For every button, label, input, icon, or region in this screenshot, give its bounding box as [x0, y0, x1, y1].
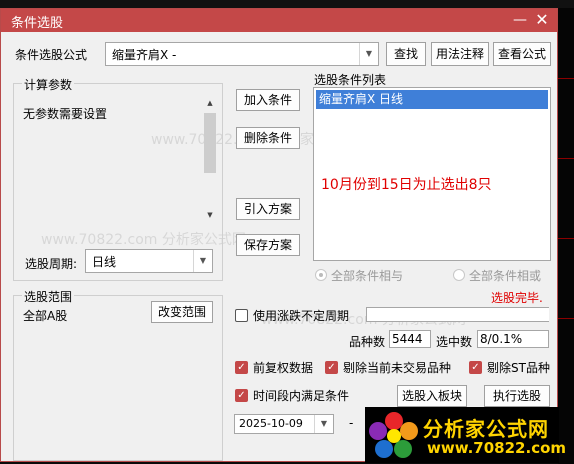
- uncertain-period-label: 使用涨跌不定周期: [253, 309, 350, 323]
- background-strip: [0, 0, 574, 8]
- selected-field: 8/0.1%: [477, 330, 549, 348]
- count-label: 品种数: [349, 335, 386, 349]
- selection-note: 10月份到15日为止选出8只: [321, 177, 492, 193]
- exclude-no-trade-checkbox[interactable]: ✓: [325, 361, 338, 374]
- delete-condition-button[interactable]: 删除条件: [236, 127, 300, 149]
- exclude-no-trade-label: 剔除当前未交易品种: [343, 361, 452, 375]
- chart-edge: [558, 8, 574, 464]
- params-scrollbar[interactable]: ▲ ▼: [203, 99, 217, 223]
- scroll-thumb[interactable]: [204, 113, 216, 173]
- uncertain-period-field[interactable]: [366, 307, 549, 322]
- time-range-checkbox[interactable]: ✓: [235, 389, 248, 402]
- stock-filter-dialog: 条件选股 — ✕ www.70822.com 分析家公式网 www.70822.…: [0, 8, 566, 463]
- usage-notes-button[interactable]: 用法注释: [431, 42, 489, 66]
- condition-list[interactable]: 缩量齐肩X 日线 10月份到15日为止选出8只: [313, 87, 551, 261]
- logic-and-label: 全部条件相与: [331, 269, 404, 283]
- change-range-button[interactable]: 改变范围: [151, 301, 213, 323]
- time-range-label: 时间段内满足条件: [253, 389, 350, 403]
- chevron-down-icon[interactable]: ▼: [359, 43, 378, 65]
- add-condition-button[interactable]: 加入条件: [236, 89, 300, 111]
- execute-button[interactable]: 执行选股: [484, 385, 550, 407]
- selected-value: 8/0.1%: [480, 332, 523, 346]
- count-value: 5444: [392, 332, 423, 346]
- formula-select[interactable]: 缩量齐肩X - ▼: [105, 42, 379, 66]
- params-text: 无参数需要设置: [23, 107, 108, 121]
- flower-logo-icon: [369, 412, 418, 458]
- forward-adjust-label: 前复权数据: [253, 361, 314, 375]
- period-select[interactable]: 日线 ▼: [85, 249, 213, 273]
- close-icon[interactable]: ✕: [533, 9, 551, 31]
- save-plan-button[interactable]: 保存方案: [236, 234, 300, 256]
- site-logo: 分析家公式网 www.70822.com: [365, 407, 566, 463]
- range-group-title: 选股范围: [22, 288, 75, 305]
- chevron-down-icon[interactable]: ▼: [193, 250, 212, 272]
- logic-or-radio[interactable]: [453, 269, 465, 281]
- formula-label: 条件选股公式: [15, 48, 88, 62]
- start-date-value: 2025-10-09: [239, 417, 303, 430]
- date-separator: -: [349, 416, 354, 430]
- import-plan-button[interactable]: 引入方案: [236, 198, 300, 220]
- logic-and-radio[interactable]: [315, 269, 327, 281]
- exclude-st-label: 剔除ST品种: [487, 361, 550, 375]
- logo-url: www.70822.com: [427, 439, 567, 457]
- selected-label: 选中数: [436, 335, 473, 349]
- condition-list-item[interactable]: 缩量齐肩X 日线: [316, 90, 548, 109]
- logo-title: 分析家公式网: [423, 417, 549, 441]
- start-date-picker[interactable]: 2025-10-09 ▼: [234, 414, 334, 434]
- view-formula-button[interactable]: 查看公式: [493, 42, 551, 66]
- exclude-st-checkbox[interactable]: ✓: [469, 361, 482, 374]
- params-group-title: 计算参数: [22, 76, 75, 93]
- period-label: 选股周期:: [25, 257, 78, 271]
- range-value: 全部A股: [23, 309, 68, 323]
- chevron-down-icon[interactable]: ▼: [314, 415, 333, 433]
- uncertain-period-checkbox[interactable]: [235, 309, 248, 322]
- status-text: 选股完毕.: [491, 291, 543, 305]
- condition-list-title: 选股条件列表: [314, 73, 387, 87]
- to-block-button[interactable]: 选股入板块: [397, 385, 467, 407]
- window-title: 条件选股: [11, 16, 64, 31]
- count-field: 5444: [389, 330, 431, 348]
- logic-or-label: 全部条件相或: [469, 269, 542, 283]
- scroll-down-icon[interactable]: ▼: [203, 211, 217, 223]
- period-value: 日线: [92, 255, 117, 269]
- formula-value: 缩量齐肩X -: [112, 48, 177, 62]
- find-button[interactable]: 查找: [386, 42, 426, 66]
- forward-adjust-checkbox[interactable]: ✓: [235, 361, 248, 374]
- title-bar: 条件选股 — ✕: [1, 9, 557, 32]
- minimize-icon[interactable]: —: [511, 9, 529, 31]
- scroll-up-icon[interactable]: ▲: [203, 99, 217, 111]
